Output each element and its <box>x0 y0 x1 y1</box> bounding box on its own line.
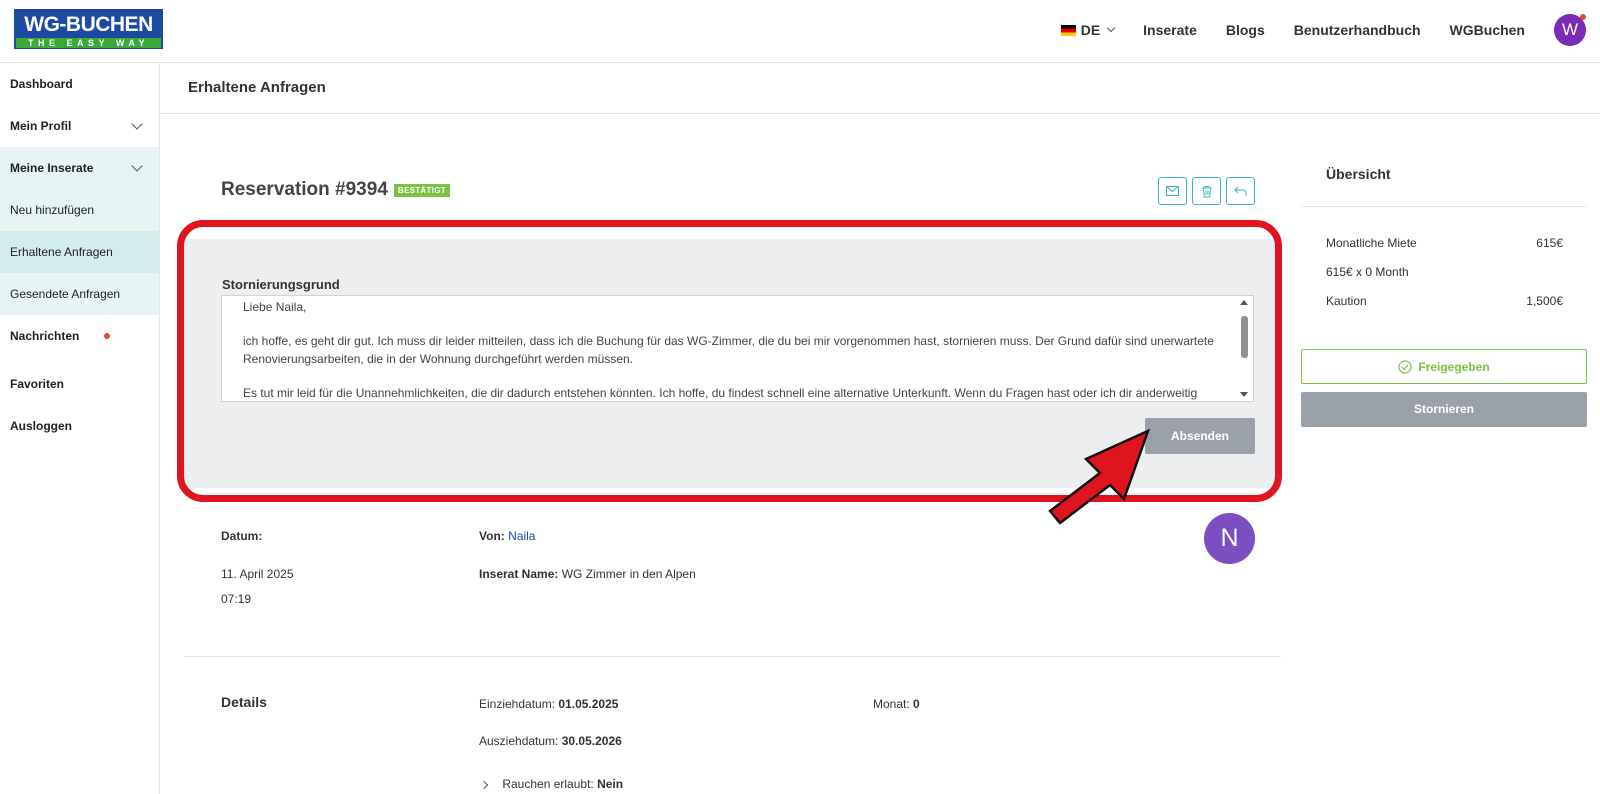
trash-icon <box>1201 185 1212 197</box>
textarea-line: Liebe Naila, <box>243 300 307 314</box>
calc-label: 615€ x 0 Month <box>1326 265 1409 279</box>
reply-icon <box>1234 186 1247 196</box>
release-button[interactable]: Freigegeben <box>1301 349 1587 384</box>
germany-flag-icon <box>1060 24 1076 36</box>
sidebar-item-erhaltene-anfragen[interactable]: Erhaltene Anfragen <box>0 231 159 273</box>
reply-button[interactable] <box>1226 177 1255 205</box>
logo-tagline: THE EASY WAY <box>16 38 161 48</box>
smoking-label: Rauchen erlaubt: <box>502 777 594 791</box>
calc-row: 615€ x 0 Month <box>1326 265 1563 279</box>
chevron-right-icon <box>479 780 489 790</box>
sidebar-item-neu-hinzufuegen[interactable]: Neu hinzufügen <box>0 189 159 231</box>
avatar-letter: W <box>1561 20 1579 39</box>
sidebar-item-dashboard[interactable]: Dashboard <box>0 63 159 105</box>
chevron-down-icon <box>131 160 143 172</box>
move-out-value: 30.05.2026 <box>561 734 622 748</box>
sidebar-item-label: Neu hinzufügen <box>10 203 95 217</box>
details-heading: Details <box>221 694 267 710</box>
cancellation-reason-label: Stornierungsgrund <box>222 277 340 292</box>
mail-button[interactable] <box>1158 177 1187 205</box>
textarea-line: Es tut mir leid für die Unannehmlichkeit… <box>243 386 1198 400</box>
sidebar-item-favoriten[interactable]: Favoriten <box>0 363 159 405</box>
month-label: Monat: <box>873 697 910 711</box>
month-value: 0 <box>913 697 920 711</box>
cancel-button[interactable]: Stornieren <box>1301 392 1587 427</box>
submit-button[interactable]: Absenden <box>1145 418 1255 454</box>
mail-icon <box>1166 186 1179 196</box>
listing-name-field: Inserat Name: WG Zimmer in den Alpen <box>479 567 696 581</box>
listing-value: WG Zimmer in den Alpen <box>561 567 696 581</box>
sidebar-item-mein-profil[interactable]: Mein Profil <box>0 105 159 147</box>
listing-label: Inserat Name: <box>479 567 559 581</box>
chevron-down-icon <box>131 118 143 130</box>
sidebar-item-label: Nachrichten <box>10 329 80 343</box>
time-value: 07:19 <box>221 592 252 606</box>
date-value: 11. April 2025 <box>221 567 294 581</box>
smoking-field[interactable]: Rauchen erlaubt: Nein <box>479 777 624 791</box>
page-title: Erhaltene Anfragen <box>188 79 326 96</box>
sidebar-item-label: Meine Inserate <box>10 161 94 175</box>
notification-dot <box>1580 14 1586 20</box>
top-bar: WG-BUCHEN THE EASY WAY DE Inserate Blogs… <box>0 0 1600 63</box>
sidebar-item-label: Ausloggen <box>10 419 72 433</box>
sidebar-item-label: Mein Profil <box>10 119 72 133</box>
textarea-scrollbar[interactable] <box>1236 296 1253 401</box>
move-in-field: Einziehdatum: 01.05.2025 <box>479 697 618 711</box>
nav-link-benutzerhandbuch[interactable]: Benutzerhandbuch <box>1294 22 1421 38</box>
smoking-value: Nein <box>597 777 624 791</box>
sender-avatar: N <box>1204 513 1255 564</box>
sidebar-item-label: Dashboard <box>10 77 73 91</box>
scroll-down-icon[interactable] <box>1240 392 1248 397</box>
rent-value: 615€ <box>1536 236 1563 250</box>
divider <box>1301 206 1587 207</box>
month-field: Monat: 0 <box>873 697 920 711</box>
divider <box>184 656 1281 657</box>
sidebar-item-ausloggen[interactable]: Ausloggen <box>0 405 159 447</box>
from-field: Von: Naila <box>479 529 535 543</box>
move-in-label: Einziehdatum: <box>479 697 556 711</box>
reservation-actions <box>1158 177 1255 205</box>
deposit-value: 1,500€ <box>1526 294 1563 308</box>
scroll-thumb[interactable] <box>1241 316 1248 358</box>
status-badge: BESTÄTIGT <box>393 183 450 197</box>
language-selector[interactable]: DE <box>1060 22 1116 38</box>
sidebar-item-label: Gesendete Anfragen <box>10 287 121 301</box>
reservation-title: Reservation #9394 BESTÄTIGT <box>221 179 450 201</box>
nav-link-inserate[interactable]: Inserate <box>1143 22 1197 38</box>
date-label: Datum: <box>221 529 263 543</box>
nav-link-blogs[interactable]: Blogs <box>1226 22 1265 38</box>
language-label: DE <box>1080 22 1101 38</box>
sidebar-item-gesendete-anfragen[interactable]: Gesendete Anfragen <box>0 273 159 315</box>
chevron-down-icon <box>1106 23 1116 33</box>
release-label: Freigegeben <box>1418 359 1490 374</box>
logo[interactable]: WG-BUCHEN THE EASY WAY <box>14 9 163 49</box>
user-avatar[interactable]: W <box>1554 14 1586 46</box>
deposit-row: Kaution 1,500€ <box>1326 294 1563 308</box>
sidebar-item-meine-inserate[interactable]: Meine Inserate <box>0 147 159 189</box>
move-in-value: 01.05.2025 <box>558 697 619 711</box>
from-label: Von: <box>479 529 505 543</box>
sidebar-item-label: Erhaltene Anfragen <box>10 245 113 259</box>
unread-dot <box>104 333 110 339</box>
rent-row: Monatliche Miete 615€ <box>1326 236 1563 250</box>
sidebar-item-label: Favoriten <box>10 377 65 391</box>
nav-link-wgbuchen[interactable]: WGBuchen <box>1450 22 1525 38</box>
cancellation-reason-textarea[interactable]: Liebe Naila, ich hoffe, es geht dir gut.… <box>221 295 1254 402</box>
sidebar: Dashboard Mein Profil Meine Inserate Neu… <box>0 63 160 794</box>
overview-title: Übersicht <box>1326 166 1391 182</box>
delete-button[interactable] <box>1192 177 1221 205</box>
deposit-label: Kaution <box>1326 294 1367 308</box>
scroll-up-icon[interactable] <box>1240 300 1248 305</box>
rent-label: Monatliche Miete <box>1326 236 1417 250</box>
logo-title: WG-BUCHEN <box>24 13 153 36</box>
main-nav: DE Inserate Blogs Benutzerhandbuch WGBuc… <box>1060 14 1586 46</box>
page-header: Erhaltene Anfragen <box>160 63 1600 114</box>
move-out-label: Ausziehdatum: <box>479 734 559 748</box>
reservation-number: Reservation #9394 <box>221 179 388 200</box>
sidebar-item-nachrichten[interactable]: Nachrichten <box>0 315 159 357</box>
textarea-line: ich hoffe, es geht dir gut. Ich muss dir… <box>243 334 1214 366</box>
move-out-field: Ausziehdatum: 30.05.2026 <box>479 734 622 748</box>
from-link[interactable]: Naila <box>508 529 535 543</box>
check-circle-icon <box>1398 359 1412 374</box>
